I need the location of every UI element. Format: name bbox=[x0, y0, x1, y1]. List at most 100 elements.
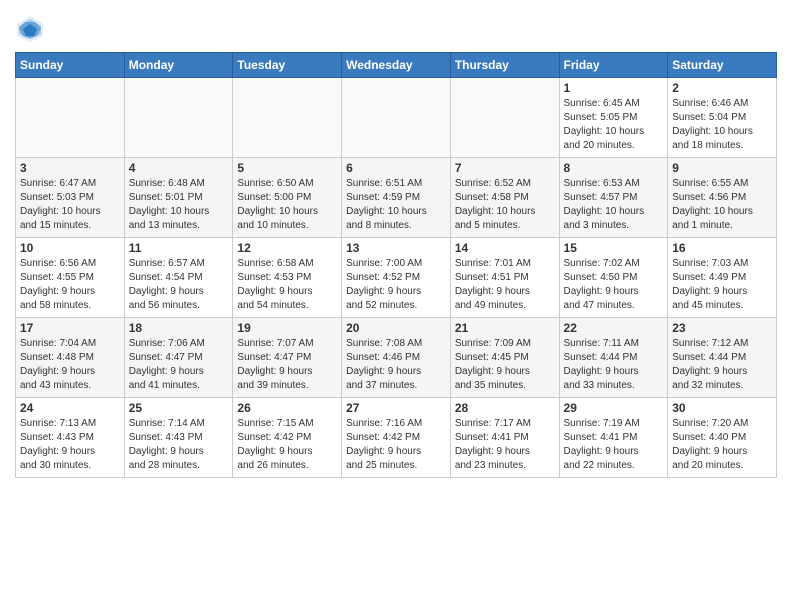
day-info: Sunrise: 6:48 AM Sunset: 5:01 PM Dayligh… bbox=[129, 177, 229, 233]
calendar-cell: 19 Sunrise: 7:07 AM Sunset: 4:47 PM Dayli… bbox=[233, 318, 342, 398]
calendar-week-row: 17 Sunrise: 7:04 AM Sunset: 4:48 PM Dayli… bbox=[16, 318, 777, 398]
logo-icon bbox=[15, 14, 45, 44]
day-number: 27 bbox=[346, 401, 446, 415]
calendar-cell: 14 Sunrise: 7:01 AM Sunset: 4:51 PM Dayli… bbox=[450, 238, 559, 318]
day-info: Sunrise: 7:03 AM Sunset: 4:49 PM Dayligh… bbox=[672, 257, 772, 313]
calendar-cell: 5Sunrise: 6:50 AM Sunset: 5:00 PM Daylig… bbox=[233, 158, 342, 238]
calendar-cell: 24 Sunrise: 7:13 AM Sunset: 4:43 PM Dayli… bbox=[16, 398, 125, 478]
logo bbox=[15, 14, 49, 44]
calendar-cell: 6 Sunrise: 6:51 AM Sunset: 4:59 PM Daylig… bbox=[342, 158, 451, 238]
calendar-cell: 25 Sunrise: 7:14 AM Sunset: 4:43 PM Dayli… bbox=[124, 398, 233, 478]
day-number: 24 bbox=[20, 401, 120, 415]
day-number: 18 bbox=[129, 321, 229, 335]
calendar: SundayMondayTuesdayWednesdayThursdayFrid… bbox=[15, 52, 777, 478]
day-number: 19 bbox=[237, 321, 337, 335]
day-info: Sunrise: 6:51 AM Sunset: 4:59 PM Dayligh… bbox=[346, 177, 446, 233]
calendar-cell bbox=[342, 78, 451, 158]
weekday-header: Thursday bbox=[450, 53, 559, 78]
calendar-cell: 4 Sunrise: 6:48 AM Sunset: 5:01 PM Daylig… bbox=[124, 158, 233, 238]
calendar-cell bbox=[233, 78, 342, 158]
calendar-week-row: 10 Sunrise: 6:56 AM Sunset: 4:55 PM Dayli… bbox=[16, 238, 777, 318]
calendar-cell: 2 Sunrise: 6:46 AM Sunset: 5:04 PM Daylig… bbox=[668, 78, 777, 158]
day-info: Sunrise: 7:15 AM Sunset: 4:42 PM Dayligh… bbox=[237, 417, 337, 473]
day-number: 4 bbox=[129, 161, 229, 175]
day-info: Sunrise: 7:11 AM Sunset: 4:44 PM Dayligh… bbox=[564, 337, 664, 393]
day-number: 20 bbox=[346, 321, 446, 335]
calendar-cell bbox=[124, 78, 233, 158]
calendar-cell: 12 Sunrise: 6:58 AM Sunset: 4:53 PM Dayli… bbox=[233, 238, 342, 318]
day-number: 22 bbox=[564, 321, 664, 335]
day-number: 1 bbox=[564, 81, 664, 95]
calendar-cell: 7 Sunrise: 6:52 AM Sunset: 4:58 PM Daylig… bbox=[450, 158, 559, 238]
weekday-header: Friday bbox=[559, 53, 668, 78]
calendar-cell: 18Sunrise: 7:06 AM Sunset: 4:47 PM Dayli… bbox=[124, 318, 233, 398]
calendar-cell: 17 Sunrise: 7:04 AM Sunset: 4:48 PM Dayli… bbox=[16, 318, 125, 398]
day-info: Sunrise: 6:47 AM Sunset: 5:03 PM Dayligh… bbox=[20, 177, 120, 233]
day-number: 25 bbox=[129, 401, 229, 415]
day-info: Sunrise: 7:13 AM Sunset: 4:43 PM Dayligh… bbox=[20, 417, 120, 473]
day-number: 30 bbox=[672, 401, 772, 415]
day-info: Sunrise: 7:12 AM Sunset: 4:44 PM Dayligh… bbox=[672, 337, 772, 393]
day-info: Sunrise: 6:57 AM Sunset: 4:54 PM Dayligh… bbox=[129, 257, 229, 313]
day-number: 3 bbox=[20, 161, 120, 175]
day-info: Sunrise: 7:09 AM Sunset: 4:45 PM Dayligh… bbox=[455, 337, 555, 393]
day-number: 5 bbox=[237, 161, 337, 175]
calendar-cell: 21 Sunrise: 7:09 AM Sunset: 4:45 PM Dayli… bbox=[450, 318, 559, 398]
calendar-cell: 22 Sunrise: 7:11 AM Sunset: 4:44 PM Dayli… bbox=[559, 318, 668, 398]
calendar-week-row: 1 Sunrise: 6:45 AM Sunset: 5:05 PM Daylig… bbox=[16, 78, 777, 158]
calendar-cell: 29Sunrise: 7:19 AM Sunset: 4:41 PM Dayli… bbox=[559, 398, 668, 478]
calendar-cell: 13Sunrise: 7:00 AM Sunset: 4:52 PM Dayli… bbox=[342, 238, 451, 318]
day-number: 17 bbox=[20, 321, 120, 335]
calendar-cell: 23 Sunrise: 7:12 AM Sunset: 4:44 PM Dayli… bbox=[668, 318, 777, 398]
calendar-cell: 10 Sunrise: 6:56 AM Sunset: 4:55 PM Dayli… bbox=[16, 238, 125, 318]
day-number: 2 bbox=[672, 81, 772, 95]
day-number: 12 bbox=[237, 241, 337, 255]
day-number: 6 bbox=[346, 161, 446, 175]
calendar-cell: 30Sunrise: 7:20 AM Sunset: 4:40 PM Dayli… bbox=[668, 398, 777, 478]
day-info: Sunrise: 6:58 AM Sunset: 4:53 PM Dayligh… bbox=[237, 257, 337, 313]
day-number: 16 bbox=[672, 241, 772, 255]
day-number: 9 bbox=[672, 161, 772, 175]
calendar-cell: 3 Sunrise: 6:47 AM Sunset: 5:03 PM Daylig… bbox=[16, 158, 125, 238]
day-info: Sunrise: 6:52 AM Sunset: 4:58 PM Dayligh… bbox=[455, 177, 555, 233]
day-info: Sunrise: 7:04 AM Sunset: 4:48 PM Dayligh… bbox=[20, 337, 120, 393]
calendar-cell: 1 Sunrise: 6:45 AM Sunset: 5:05 PM Daylig… bbox=[559, 78, 668, 158]
day-number: 28 bbox=[455, 401, 555, 415]
day-info: Sunrise: 6:56 AM Sunset: 4:55 PM Dayligh… bbox=[20, 257, 120, 313]
calendar-cell: 9 Sunrise: 6:55 AM Sunset: 4:56 PM Daylig… bbox=[668, 158, 777, 238]
day-number: 29 bbox=[564, 401, 664, 415]
day-info: Sunrise: 7:17 AM Sunset: 4:41 PM Dayligh… bbox=[455, 417, 555, 473]
day-number: 11 bbox=[129, 241, 229, 255]
header bbox=[15, 10, 777, 44]
calendar-cell: 11 Sunrise: 6:57 AM Sunset: 4:54 PM Dayli… bbox=[124, 238, 233, 318]
day-number: 15 bbox=[564, 241, 664, 255]
day-number: 10 bbox=[20, 241, 120, 255]
calendar-cell bbox=[16, 78, 125, 158]
calendar-cell bbox=[450, 78, 559, 158]
day-info: Sunrise: 7:01 AM Sunset: 4:51 PM Dayligh… bbox=[455, 257, 555, 313]
day-info: Sunrise: 7:02 AM Sunset: 4:50 PM Dayligh… bbox=[564, 257, 664, 313]
day-number: 8 bbox=[564, 161, 664, 175]
day-info: Sunrise: 6:45 AM Sunset: 5:05 PM Dayligh… bbox=[564, 97, 664, 153]
day-number: 13 bbox=[346, 241, 446, 255]
calendar-cell: 16 Sunrise: 7:03 AM Sunset: 4:49 PM Dayli… bbox=[668, 238, 777, 318]
weekday-header: Monday bbox=[124, 53, 233, 78]
day-number: 26 bbox=[237, 401, 337, 415]
day-info: Sunrise: 6:46 AM Sunset: 5:04 PM Dayligh… bbox=[672, 97, 772, 153]
calendar-week-row: 3 Sunrise: 6:47 AM Sunset: 5:03 PM Daylig… bbox=[16, 158, 777, 238]
day-number: 14 bbox=[455, 241, 555, 255]
weekday-header: Sunday bbox=[16, 53, 125, 78]
calendar-cell: 27Sunrise: 7:16 AM Sunset: 4:42 PM Dayli… bbox=[342, 398, 451, 478]
day-info: Sunrise: 6:53 AM Sunset: 4:57 PM Dayligh… bbox=[564, 177, 664, 233]
day-info: Sunrise: 7:14 AM Sunset: 4:43 PM Dayligh… bbox=[129, 417, 229, 473]
calendar-cell: 8 Sunrise: 6:53 AM Sunset: 4:57 PM Daylig… bbox=[559, 158, 668, 238]
calendar-cell: 26 Sunrise: 7:15 AM Sunset: 4:42 PM Dayli… bbox=[233, 398, 342, 478]
day-info: Sunrise: 7:07 AM Sunset: 4:47 PM Dayligh… bbox=[237, 337, 337, 393]
weekday-header: Tuesday bbox=[233, 53, 342, 78]
weekday-header: Saturday bbox=[668, 53, 777, 78]
calendar-cell: 20Sunrise: 7:08 AM Sunset: 4:46 PM Dayli… bbox=[342, 318, 451, 398]
day-number: 21 bbox=[455, 321, 555, 335]
day-number: 7 bbox=[455, 161, 555, 175]
day-info: Sunrise: 6:55 AM Sunset: 4:56 PM Dayligh… bbox=[672, 177, 772, 233]
day-number: 23 bbox=[672, 321, 772, 335]
